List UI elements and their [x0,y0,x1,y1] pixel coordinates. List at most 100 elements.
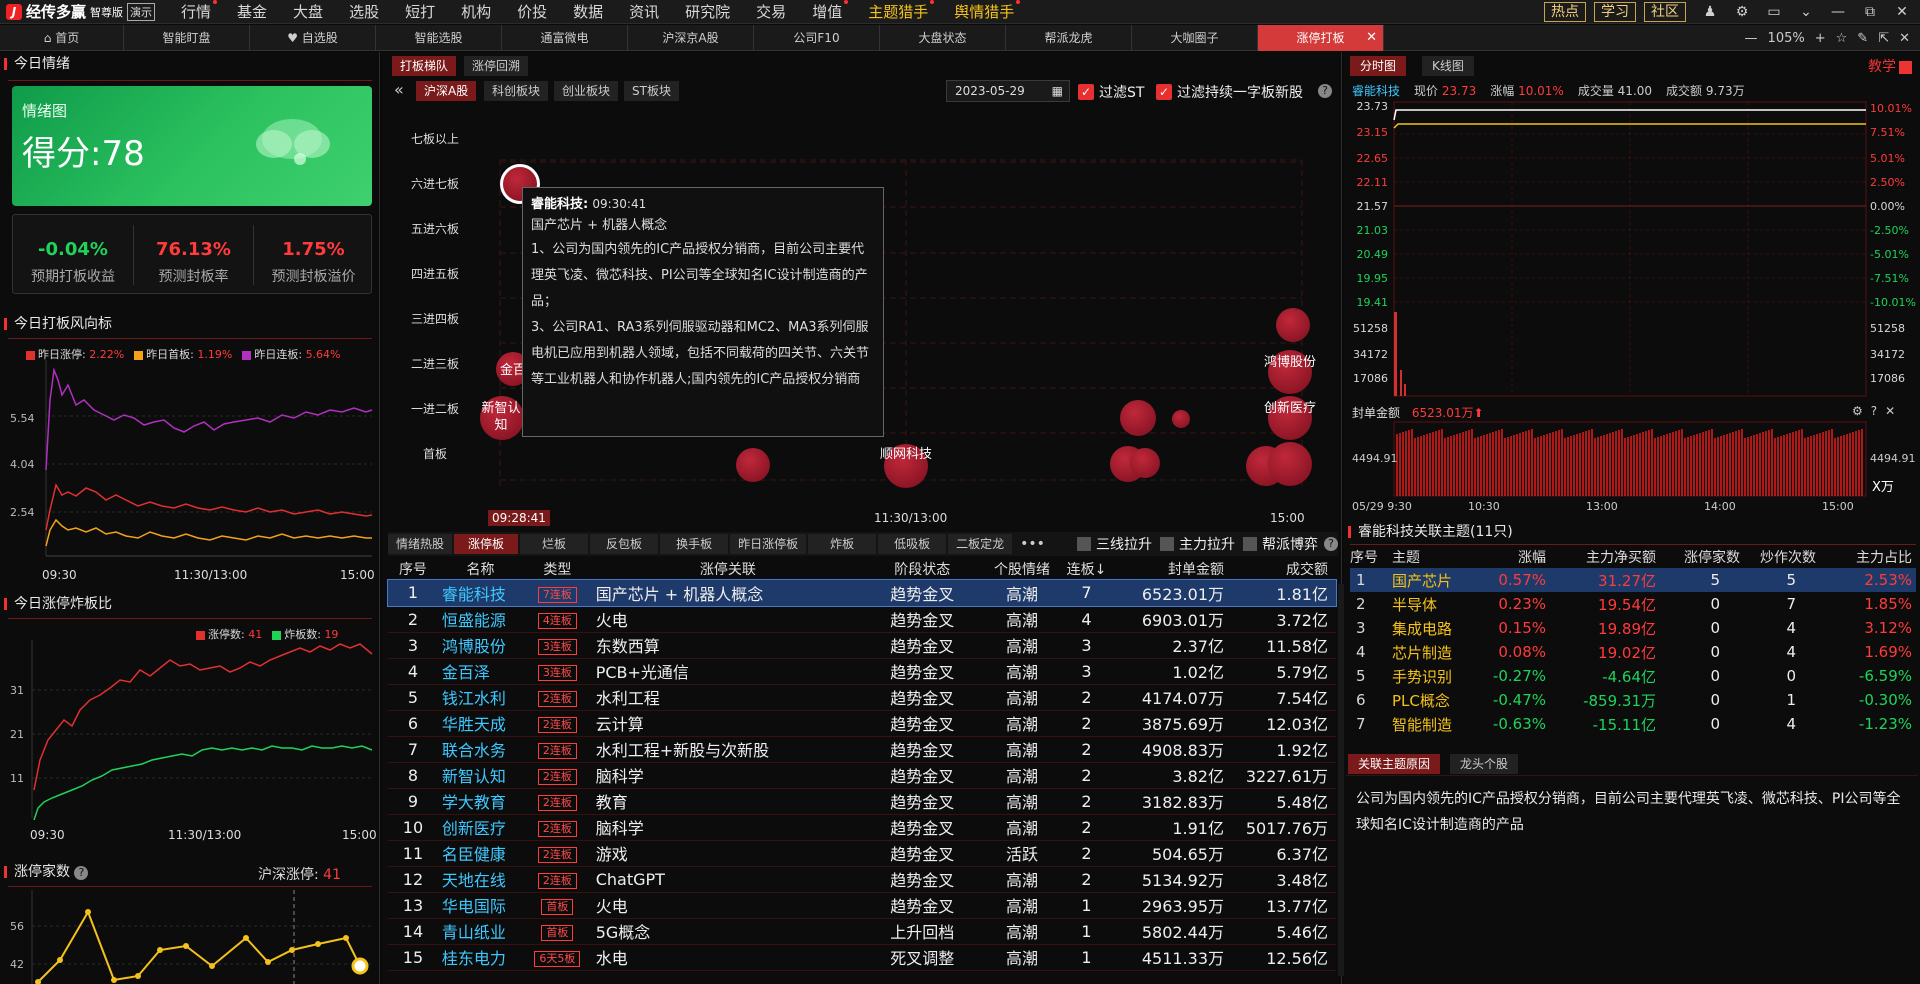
theme-row[interactable]: 5 手势识别 -0.27% -4.64亿 0 0 -6.59% [1350,664,1916,688]
collapse-icon[interactable]: « [394,80,404,99]
filter-new-stock[interactable]: ✓ 过滤持续一字板新股 [1156,82,1303,102]
theme-row[interactable]: 1 国产芯片 0.57% 31.27亿 5 5 2.53% [1350,568,1916,592]
window-icon[interactable]: ▭ [1766,4,1782,20]
bubble-first-c[interactable] [1130,448,1160,478]
bubble-three-to-four[interactable] [1276,308,1310,342]
tab-smart-watch[interactable]: 智能盯盘 [124,25,250,51]
gear-icon[interactable]: ⚙ [1734,4,1750,20]
tab-tongfu[interactable]: 通富微电 [502,25,628,51]
menu-item-12[interactable]: 主题猎手 [868,0,935,22]
table-row[interactable]: 13 华电国际 首板 火电 趋势金叉 高潮 1 2963.95万 13.77亿 [388,892,1336,919]
tab-limit-up[interactable]: 涨停打板 ✕ [1258,25,1384,51]
table-row[interactable]: 4 金百泽 3连板 PCB+光通信 趋势金叉 高潮 3 1.02亿 5.79亿 [388,658,1336,685]
tab-board-ladder[interactable]: 打板梯队 [392,56,457,76]
theme-col-2[interactable]: 涨幅 [1474,546,1550,568]
date-picker[interactable]: 2023-05-29 ▦ [946,80,1070,102]
theme-row[interactable]: 6 PLC概念 -0.47% -859.31万 0 1 -0.30% [1350,688,1916,712]
tab-blown-board[interactable]: 炸板 [808,534,877,554]
bubble-first-e[interactable] [1268,442,1312,486]
table-row[interactable]: 8 新智认知 2连板 脑科学 趋势金叉 高潮 2 3.82亿 3227.61万 [388,762,1336,789]
external-icon[interactable]: ⇱ [1878,31,1889,46]
menu-item-3[interactable]: 选股 [349,1,379,22]
table-row[interactable]: 9 学大教育 2连板 教育 趋势金叉 高潮 2 3182.83万 5.48亿 [388,788,1336,815]
market-gem[interactable]: 创业板块 [554,81,619,101]
market-st[interactable]: ST板块 [624,81,679,101]
col-header-8[interactable]: 成交额 [1232,558,1336,580]
menu-item-8[interactable]: 资讯 [629,1,659,22]
table-row[interactable]: 11 名臣健康 2连板 游戏 趋势金叉 活跃 2 504.65万 6.37亿 [388,840,1336,867]
tab-low-buy[interactable]: 低吸板 [878,534,947,554]
menu-item-9[interactable]: 研究院 [685,1,730,22]
app-logo[interactable]: J 经传多赢 智尊版 演示 [0,0,156,24]
theme-row[interactable]: 7 智能制造 -0.63% -15.11亿 0 4 -1.23% [1350,712,1916,736]
tab-wrap-board[interactable]: 反包板 [590,534,659,554]
menu-item-0[interactable]: 行情 [181,0,218,22]
help-icon[interactable]: ? [1318,84,1332,98]
theme-col-6[interactable]: 主力占比 [1820,546,1916,568]
close-tab-icon[interactable]: ✕ [1366,25,1377,51]
checkbox-checked-icon[interactable]: ✓ [1078,84,1094,100]
col-header-5[interactable]: 个股情绪 [980,558,1063,580]
theme-col-0[interactable]: 序号 [1350,546,1392,568]
tab-theme-reason[interactable]: 关联主题原因 [1348,754,1441,774]
checkbox-icon[interactable] [1077,537,1091,551]
tab-a-share[interactable]: 沪深京A股 [628,25,754,51]
tab-turnover-board[interactable]: 换手板 [660,534,729,554]
table-row[interactable]: 15 桂东电力 6天5板 水电 死叉调整 高潮 1 4511.33万 12.56亿 [388,944,1336,971]
checkbox-icon[interactable] [1160,537,1174,551]
zoom-out-icon[interactable]: — [1745,31,1758,46]
theme-col-3[interactable]: 主力净买额 [1550,546,1660,568]
tab-f10[interactable]: 公司F10 [754,25,880,51]
tab-limit-review[interactable]: 涨停回溯 [464,56,529,76]
menu-item-1[interactable]: 基金 [237,1,267,22]
menu-item-13[interactable]: 舆情猎手 [954,0,1021,22]
table-row[interactable]: 1 睿能科技 7连板 国产芯片 + 机器人概念 趋势金叉 高潮 7 6523.01万 1.81亿 [387,579,1337,607]
col-header-1[interactable]: 名称 [438,558,523,580]
tab-kline[interactable]: K线图 [1422,56,1474,76]
theme-row[interactable]: 4 芯片制造 0.08% 19.02亿 0 4 1.69% [1350,640,1916,664]
table-row[interactable]: 2 恒盛能源 4连板 火电 趋势金叉 高潮 4 6903.01万 3.72亿 [388,606,1336,633]
theme-row[interactable]: 2 半导体 0.23% 19.54亿 0 7 1.85% [1350,592,1916,616]
col-header-0[interactable]: 序号 [388,558,438,580]
menu-item-6[interactable]: 价投 [517,1,547,22]
menu-item-11[interactable]: 增值 [812,0,849,22]
star-icon[interactable]: ☆ [1836,31,1848,46]
help-icon[interactable]: ? [1871,404,1877,418]
col-header-2[interactable]: 类型 [523,558,592,580]
tab-limit-board[interactable]: 涨停板 [454,534,519,554]
menu-item-2[interactable]: 大盘 [293,1,323,22]
table-row[interactable]: 3 鸿博股份 3连板 东数西算 趋势金叉 高潮 3 2.37亿 11.58亿 [388,632,1336,659]
col-header-3[interactable]: 涨停关联 [592,558,864,580]
bubble-one-to-two-b[interactable] [1172,410,1190,428]
filter-st[interactable]: ✓ 过滤ST [1078,82,1144,102]
zoom-in-icon[interactable]: + [1815,31,1826,46]
tab-rotten-board[interactable]: 烂板 [520,534,589,554]
more-icon[interactable]: ••• [1020,536,1045,552]
user-icon[interactable]: ♟ [1702,4,1718,20]
table-row[interactable]: 12 天地在线 2连板 ChatGPT 趋势金叉 高潮 2 5134.92万 3.48亿 [388,866,1336,893]
theme-col-1[interactable]: 主题 [1392,546,1474,568]
pin-icon[interactable]: ✎ [1857,31,1868,46]
learn-button[interactable]: 学习 [1594,1,1636,22]
hot-button[interactable]: 热点 [1544,1,1586,22]
chevron-down-icon[interactable]: ⌄ [1798,4,1814,20]
table-row[interactable]: 7 联合水务 2连板 水利工程+新股与次新股 趋势金叉 高潮 2 4908.83万 1.92亿 [388,736,1336,763]
opt-three-line[interactable]: 三线拉升 [1077,534,1152,554]
tab-yesterday-limit[interactable]: 昨日涨停板 [730,534,807,554]
gear-icon[interactable]: ⚙ [1852,404,1863,418]
tab-leader-stocks[interactable]: 龙头个股 [1450,754,1519,774]
checkbox-icon[interactable] [1243,537,1257,551]
market-sh-sz[interactable]: 沪深A股 [416,81,477,101]
help-icon[interactable]: ? [74,866,89,880]
tab-smart-pick[interactable]: 智能选股 [376,25,502,51]
table-row[interactable]: 5 钱江水利 2连板 水利工程 趋势金叉 高潮 2 4174.07万 7.54亿 [388,684,1336,711]
menu-item-7[interactable]: 数据 [573,1,603,22]
col-header-7[interactable]: 封单金额 [1109,558,1232,580]
table-row[interactable]: 10 创新医疗 2连板 脑科学 趋势金叉 高潮 2 1.91亿 5017.76万 [388,814,1336,841]
table-row[interactable]: 14 青山纸业 首板 5G概念 上升回档 高潮 1 5802.44万 5.46亿 [388,918,1336,945]
theme-col-4[interactable]: 涨停家数 [1660,546,1744,568]
tab-hot-stocks[interactable]: 情绪热股 [388,534,453,554]
tab-market-state[interactable]: 大盘状态 [880,25,1006,51]
menu-item-4[interactable]: 短打 [405,1,435,22]
checkbox-checked-icon[interactable]: ✓ [1156,84,1172,100]
